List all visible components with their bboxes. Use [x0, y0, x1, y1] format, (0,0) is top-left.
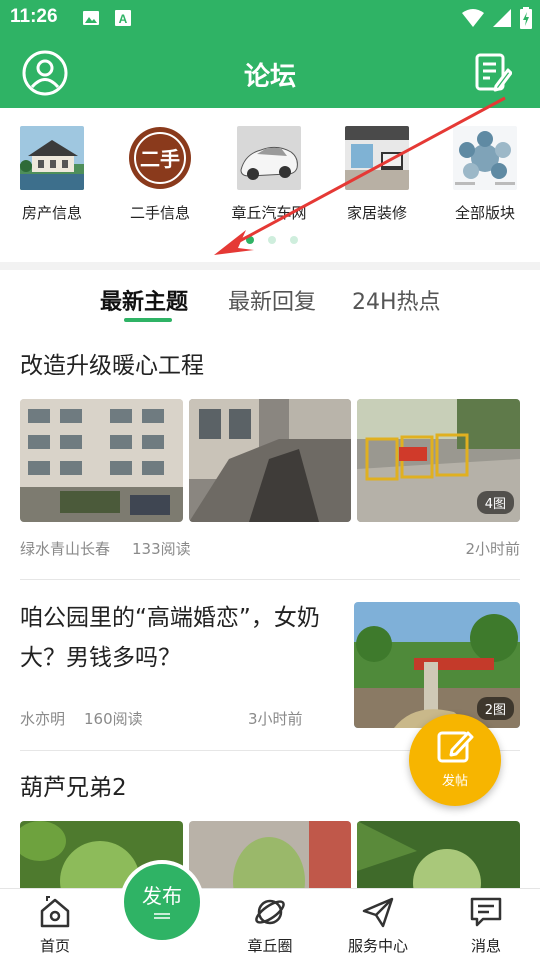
- nav-label: 首页: [39, 937, 70, 955]
- tab-latest-topics[interactable]: 最新主题: [100, 284, 188, 316]
- category-home-decor[interactable]: 家居装修: [327, 126, 427, 223]
- publish-button[interactable]: 发布: [120, 860, 204, 944]
- feed-tabs: 最新主题 最新回复 24H热点: [0, 270, 540, 330]
- post-time: 2小时前: [465, 540, 520, 558]
- post-author[interactable]: 绿水青山长春: [20, 538, 110, 559]
- image-notification-icon: [82, 9, 100, 31]
- post-read-count: 133阅读: [132, 540, 191, 558]
- write-post-icon: [437, 731, 474, 763]
- post-image: [189, 399, 351, 522]
- category-label: 家居装修: [346, 204, 407, 222]
- home-decor-thumbnail: [345, 126, 409, 190]
- page-dot: [268, 236, 276, 244]
- nav-zhangqiu-circle[interactable]: 章丘圈: [225, 895, 315, 956]
- real-estate-thumbnail: [20, 126, 84, 190]
- signal-icon: [492, 8, 512, 32]
- svg-text:A: A: [119, 12, 128, 26]
- battery-icon: [520, 7, 532, 33]
- floating-post-button[interactable]: 发帖: [409, 714, 501, 806]
- category-all-boards[interactable]: 全部版块: [435, 126, 535, 223]
- app-header: 论坛: [0, 38, 540, 108]
- status-time: 11:26: [10, 6, 58, 27]
- nav-home[interactable]: 首页: [10, 895, 100, 956]
- category-second-hand[interactable]: 二手 二手信息: [110, 126, 210, 223]
- app-notification-icon: A: [114, 9, 132, 31]
- compose-button[interactable]: [474, 52, 513, 94]
- post-image: 2图: [354, 602, 520, 728]
- status-bar: 11:26 A: [0, 0, 540, 38]
- bottom-nav: 首页 章丘圈 服务中心 消息: [0, 888, 540, 960]
- page-dot: [290, 236, 298, 244]
- nav-label: 消息: [470, 937, 501, 955]
- image-count-badge: 2图: [476, 697, 514, 720]
- active-tab-indicator: [124, 318, 172, 322]
- publish-label: 发布: [142, 884, 182, 908]
- nav-messages[interactable]: 消息: [441, 895, 531, 956]
- message-icon: [470, 897, 502, 927]
- publish-lines-icon: [154, 913, 170, 919]
- second-hand-thumbnail: 二手: [128, 126, 192, 190]
- fab-label: 发帖: [441, 774, 468, 789]
- home-icon: [40, 896, 70, 928]
- category-auto[interactable]: 章丘汽车网: [219, 126, 319, 223]
- post-title: 咱公园里的“高端婚恋”，女奶大？男钱多吗？: [20, 605, 320, 671]
- post-image: 4图: [357, 399, 520, 522]
- nav-label: 章丘圈: [247, 937, 293, 955]
- image-count-badge: 4图: [476, 491, 514, 514]
- category-real-estate[interactable]: 房产信息: [2, 126, 102, 223]
- post-image: [357, 821, 520, 888]
- all-boards-thumbnail: [453, 126, 517, 190]
- category-label: 章丘汽车网: [231, 204, 307, 222]
- wifi-icon: [462, 8, 484, 32]
- category-label: 二手信息: [129, 204, 190, 222]
- tab-latest-replies[interactable]: 最新回复: [228, 284, 316, 316]
- tab-24h-hot[interactable]: 24H热点: [352, 284, 441, 316]
- nav-service-center[interactable]: 服务中心: [333, 895, 423, 956]
- post-image: [189, 821, 351, 888]
- planet-icon: [255, 899, 285, 925]
- post-author[interactable]: 水亦明: [20, 708, 65, 729]
- post-divider: [20, 579, 520, 580]
- post-title: 改造升级暖心工程: [20, 353, 204, 379]
- nav-label: 服务中心: [347, 937, 408, 955]
- section-divider: [0, 262, 540, 270]
- page-dot-active: [246, 236, 254, 244]
- page-title: 论坛: [243, 62, 296, 92]
- category-label: 全部版块: [454, 204, 515, 222]
- post-time: 3小时前: [248, 710, 303, 728]
- paper-plane-icon: [362, 897, 394, 928]
- post-title: 葫芦兄弟2: [20, 775, 127, 801]
- second-hand-badge-text: 二手: [140, 147, 180, 171]
- page-indicator: [0, 236, 540, 246]
- car-thumbnail: [237, 126, 301, 190]
- post-image: [20, 399, 183, 522]
- category-strip: 房产信息 二手 二手信息 章丘汽车网 家居装修 全部版块: [0, 108, 540, 262]
- post-read-count: 160阅读: [84, 710, 143, 728]
- edit-document-icon: [475, 53, 513, 92]
- category-label: 房产信息: [21, 204, 82, 222]
